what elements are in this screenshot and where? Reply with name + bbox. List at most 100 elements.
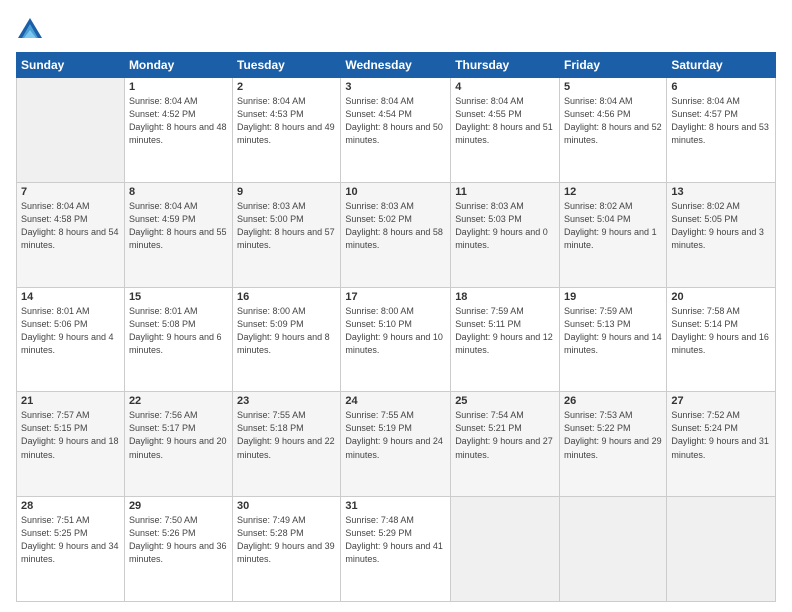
- calendar-page: SundayMondayTuesdayWednesdayThursdayFrid…: [0, 0, 792, 612]
- day-info: Sunrise: 7:55 AMSunset: 5:19 PMDaylight:…: [345, 409, 446, 461]
- day-cell: 25Sunrise: 7:54 AMSunset: 5:21 PMDayligh…: [451, 392, 560, 497]
- day-number: 26: [564, 395, 662, 407]
- logo: [16, 16, 48, 44]
- day-cell: 30 Sunrise: 7:49 AMSunset: 5:28 PMDayligh…: [233, 497, 341, 602]
- day-info: Sunrise: 8:04 AMSunset: 4:59 PMDaylight:…: [129, 200, 228, 252]
- day-cell: 22Sunrise: 7:56 AMSunset: 5:17 PMDayligh…: [124, 392, 232, 497]
- day-info: Sunrise: 7:58 AMSunset: 5:14 PMDaylight:…: [671, 305, 771, 357]
- day-number: 17: [345, 291, 446, 303]
- day-info: Sunrise: 7:49 AMSunset: 5:28 PMDaylight:…: [237, 514, 336, 566]
- day-info: Sunrise: 7:52 AMSunset: 5:24 PMDaylight:…: [671, 409, 771, 461]
- day-number: 21: [21, 395, 120, 407]
- day-cell: 7 Sunrise: 8:04 AMSunset: 4:58 PMDaylight…: [17, 182, 125, 287]
- day-number: 16: [237, 291, 336, 303]
- day-number: 7: [21, 186, 120, 198]
- day-number: 6: [671, 81, 771, 93]
- day-info: Sunrise: 8:03 AMSunset: 5:00 PMDaylight:…: [237, 200, 336, 252]
- day-cell: 18 Sunrise: 7:59 AMSunset: 5:11 PMDayligh…: [451, 287, 560, 392]
- day-info: Sunrise: 8:01 AMSunset: 5:08 PMDaylight:…: [129, 305, 228, 357]
- header-cell-sunday: Sunday: [17, 53, 125, 78]
- day-number: 24: [345, 395, 446, 407]
- day-cell: 26 Sunrise: 7:53 AMSunset: 5:22 PMDayligh…: [560, 392, 667, 497]
- header-row: SundayMondayTuesdayWednesdayThursdayFrid…: [17, 53, 776, 78]
- day-cell: 20 Sunrise: 7:58 AMSunset: 5:14 PMDayligh…: [667, 287, 776, 392]
- day-cell: 10 Sunrise: 8:03 AMSunset: 5:02 PMDayligh…: [341, 182, 451, 287]
- day-number: 25: [455, 395, 555, 407]
- week-row-3: 14 Sunrise: 8:01 AMSunset: 5:06 PMDayligh…: [17, 287, 776, 392]
- day-info: Sunrise: 8:00 AMSunset: 5:09 PMDaylight:…: [237, 305, 336, 357]
- day-info: Sunrise: 8:04 AMSunset: 4:53 PMDaylight:…: [237, 95, 336, 147]
- day-info: Sunrise: 8:03 AMSunset: 5:02 PMDaylight:…: [345, 200, 446, 252]
- day-cell: 4 Sunrise: 8:04 AMSunset: 4:55 PMDaylight…: [451, 78, 560, 183]
- day-info: Sunrise: 7:53 AMSunset: 5:22 PMDaylight:…: [564, 409, 662, 461]
- header-cell-friday: Friday: [560, 53, 667, 78]
- day-number: 15: [129, 291, 228, 303]
- week-row-5: 28Sunrise: 7:51 AMSunset: 5:25 PMDayligh…: [17, 497, 776, 602]
- day-cell: 6 Sunrise: 8:04 AMSunset: 4:57 PMDaylight…: [667, 78, 776, 183]
- header-cell-thursday: Thursday: [451, 53, 560, 78]
- day-cell: 13 Sunrise: 8:02 AMSunset: 5:05 PMDayligh…: [667, 182, 776, 287]
- day-info: Sunrise: 8:04 AMSunset: 4:52 PMDaylight:…: [129, 95, 228, 147]
- day-number: 30: [237, 500, 336, 512]
- day-info: Sunrise: 8:02 AMSunset: 5:04 PMDaylight:…: [564, 200, 662, 252]
- day-info: Sunrise: 7:50 AMSunset: 5:26 PMDaylight:…: [129, 514, 228, 566]
- day-number: 2: [237, 81, 336, 93]
- day-cell: 28Sunrise: 7:51 AMSunset: 5:25 PMDayligh…: [17, 497, 125, 602]
- day-number: 4: [455, 81, 555, 93]
- day-info: Sunrise: 7:59 AMSunset: 5:11 PMDaylight:…: [455, 305, 555, 357]
- day-cell: [17, 78, 125, 183]
- day-number: 3: [345, 81, 446, 93]
- day-info: Sunrise: 8:03 AMSunset: 5:03 PMDaylight:…: [455, 200, 555, 252]
- day-cell: 3 Sunrise: 8:04 AMSunset: 4:54 PMDaylight…: [341, 78, 451, 183]
- day-number: 14: [21, 291, 120, 303]
- day-cell: 21 Sunrise: 7:57 AMSunset: 5:15 PMDayligh…: [17, 392, 125, 497]
- day-info: Sunrise: 8:04 AMSunset: 4:54 PMDaylight:…: [345, 95, 446, 147]
- header-cell-wednesday: Wednesday: [341, 53, 451, 78]
- calendar-table: SundayMondayTuesdayWednesdayThursdayFrid…: [16, 52, 776, 602]
- day-info: Sunrise: 8:00 AMSunset: 5:10 PMDaylight:…: [345, 305, 446, 357]
- day-number: 27: [671, 395, 771, 407]
- day-cell: 15 Sunrise: 8:01 AMSunset: 5:08 PMDayligh…: [124, 287, 232, 392]
- header-cell-monday: Monday: [124, 53, 232, 78]
- day-cell: 2 Sunrise: 8:04 AMSunset: 4:53 PMDaylight…: [233, 78, 341, 183]
- day-number: 5: [564, 81, 662, 93]
- day-cell: 31Sunrise: 7:48 AMSunset: 5:29 PMDayligh…: [341, 497, 451, 602]
- day-cell: [451, 497, 560, 602]
- day-info: Sunrise: 8:04 AMSunset: 4:57 PMDaylight:…: [671, 95, 771, 147]
- day-info: Sunrise: 7:59 AMSunset: 5:13 PMDaylight:…: [564, 305, 662, 357]
- day-number: 10: [345, 186, 446, 198]
- day-info: Sunrise: 7:55 AMSunset: 5:18 PMDaylight:…: [237, 409, 336, 461]
- day-number: 20: [671, 291, 771, 303]
- day-info: Sunrise: 8:01 AMSunset: 5:06 PMDaylight:…: [21, 305, 120, 357]
- day-cell: 9 Sunrise: 8:03 AMSunset: 5:00 PMDaylight…: [233, 182, 341, 287]
- day-number: 11: [455, 186, 555, 198]
- day-cell: 11 Sunrise: 8:03 AMSunset: 5:03 PMDayligh…: [451, 182, 560, 287]
- day-cell: [667, 497, 776, 602]
- day-info: Sunrise: 8:04 AMSunset: 4:55 PMDaylight:…: [455, 95, 555, 147]
- week-row-4: 21 Sunrise: 7:57 AMSunset: 5:15 PMDayligh…: [17, 392, 776, 497]
- day-info: Sunrise: 7:48 AMSunset: 5:29 PMDaylight:…: [345, 514, 446, 566]
- week-row-2: 7 Sunrise: 8:04 AMSunset: 4:58 PMDaylight…: [17, 182, 776, 287]
- week-row-1: 1 Sunrise: 8:04 AMSunset: 4:52 PMDaylight…: [17, 78, 776, 183]
- day-info: Sunrise: 8:04 AMSunset: 4:56 PMDaylight:…: [564, 95, 662, 147]
- day-cell: 14 Sunrise: 8:01 AMSunset: 5:06 PMDayligh…: [17, 287, 125, 392]
- day-cell: 1 Sunrise: 8:04 AMSunset: 4:52 PMDaylight…: [124, 78, 232, 183]
- day-info: Sunrise: 7:51 AMSunset: 5:25 PMDaylight:…: [21, 514, 120, 566]
- day-number: 13: [671, 186, 771, 198]
- day-info: Sunrise: 8:04 AMSunset: 4:58 PMDaylight:…: [21, 200, 120, 252]
- day-cell: 19 Sunrise: 7:59 AMSunset: 5:13 PMDayligh…: [560, 287, 667, 392]
- day-cell: 27 Sunrise: 7:52 AMSunset: 5:24 PMDayligh…: [667, 392, 776, 497]
- day-info: Sunrise: 8:02 AMSunset: 5:05 PMDaylight:…: [671, 200, 771, 252]
- day-info: Sunrise: 7:57 AMSunset: 5:15 PMDaylight:…: [21, 409, 120, 461]
- day-number: 19: [564, 291, 662, 303]
- day-number: 23: [237, 395, 336, 407]
- day-number: 18: [455, 291, 555, 303]
- day-number: 8: [129, 186, 228, 198]
- day-cell: 16 Sunrise: 8:00 AMSunset: 5:09 PMDayligh…: [233, 287, 341, 392]
- logo-icon: [16, 16, 44, 44]
- day-number: 9: [237, 186, 336, 198]
- day-number: 1: [129, 81, 228, 93]
- day-number: 29: [129, 500, 228, 512]
- day-cell: [560, 497, 667, 602]
- day-info: Sunrise: 7:56 AMSunset: 5:17 PMDaylight:…: [129, 409, 228, 461]
